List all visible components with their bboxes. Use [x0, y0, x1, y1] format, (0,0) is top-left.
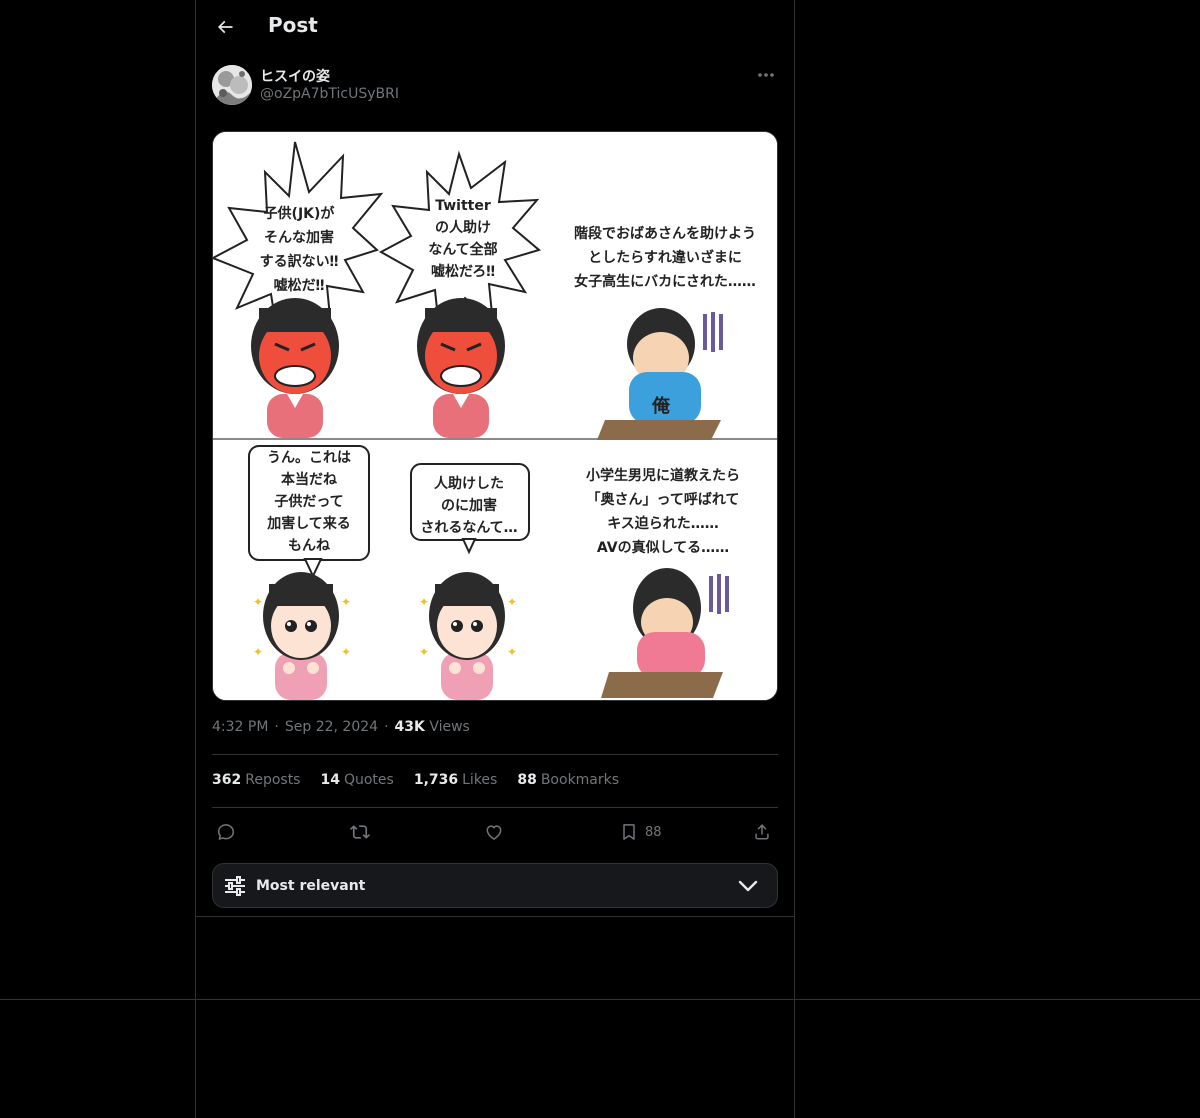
author-handle[interactable]: @oZpA7bTicUSyBRI [260, 86, 399, 102]
bookmarks-stat[interactable]: 88 Bookmarks [517, 772, 619, 788]
quotes-stat[interactable]: 14 Quotes [320, 772, 393, 788]
post-meta: 4:32 PM · Sep 22, 2024 · 43K Views [212, 719, 470, 735]
sliders-icon [225, 876, 245, 896]
bubble-line: うん。これは [267, 450, 351, 466]
caption-line: 小学生男児に道教えたら [586, 467, 740, 484]
views-count: 43K [394, 719, 425, 735]
figure-label: 俺 [651, 395, 671, 417]
caption-line: キス迫られた…… [607, 515, 719, 532]
svg-text:✦: ✦ [341, 645, 351, 659]
column-left-border [195, 0, 196, 1118]
bubble-line: もんね [288, 538, 330, 554]
bookmarks-label: Bookmarks [540, 772, 620, 788]
bubble-line: そんな加害 [264, 229, 334, 246]
svg-text:✦: ✦ [253, 645, 263, 659]
caption-line: AVの真似してる…… [597, 539, 729, 556]
divider [212, 754, 778, 755]
svg-text:✦: ✦ [253, 595, 263, 609]
bubble-line: 本当だね [281, 471, 337, 488]
bubble-line: 加害して来る [266, 515, 351, 532]
reply-sort-dropdown[interactable]: Most relevant [212, 863, 778, 908]
bookmark-button[interactable]: 88 [619, 820, 662, 844]
page-divider [0, 999, 1200, 1000]
column-right-border [794, 0, 795, 1118]
svg-text:✦: ✦ [341, 595, 351, 609]
caption-line: 「奥さん」って呼ばれて [587, 491, 740, 508]
post-image[interactable]: 子供(JK)が そんな加害 する訳ない‼ 嘘松だ‼ Twitter の人助け な… [212, 131, 778, 701]
repost-button[interactable] [350, 820, 370, 844]
bubble-line: のに加害 [441, 497, 497, 514]
bubble-line: Twitter [435, 198, 491, 214]
bubble-line: 嘘松だ‼ [274, 277, 325, 294]
views-label: Views [429, 719, 470, 735]
svg-text:✦: ✦ [507, 645, 517, 659]
bookmark-icon [623, 824, 635, 840]
arrow-left-icon [217, 20, 233, 34]
bubble-line: なんて全部 [428, 241, 497, 258]
bookmark-count: 88 [645, 824, 662, 840]
sort-label: Most relevant [256, 878, 366, 894]
bubble-line: 子供だって [274, 493, 343, 510]
share-icon [755, 824, 769, 840]
author-display-name[interactable]: ヒスイの姿 [260, 66, 330, 86]
heart-icon [486, 825, 502, 840]
caption-line: 女子高生にバカにされた…… [574, 273, 756, 290]
quotes-count: 14 [320, 772, 340, 788]
post-stats: 362 Reposts 14 Quotes 1,736 Likes 88 Bookmar… [212, 772, 619, 788]
bubble-line: 人助けした [434, 475, 504, 492]
bubble-line: 嘘松だろ‼ [431, 263, 495, 280]
svg-text:✦: ✦ [419, 645, 429, 659]
page-title: Post [268, 13, 318, 37]
divider [212, 807, 778, 808]
share-button[interactable] [752, 820, 772, 844]
bubble-line: の人助け [435, 219, 491, 236]
bubble-line: されるなんて… [420, 520, 517, 536]
likes-count: 1,736 [413, 772, 459, 788]
more-options-button[interactable] [754, 65, 778, 85]
post-header: Post [196, 0, 794, 54]
post-time[interactable]: 4:32 PM [212, 719, 268, 735]
reply-icon [217, 824, 235, 840]
svg-text:✦: ✦ [419, 595, 429, 609]
bubble-line: 子供(JK)が [264, 205, 336, 222]
caption-line: としたらすれ違いざまに [588, 249, 742, 266]
reposts-count: 362 [212, 772, 242, 788]
caption-line: 階段でおばあさんを助けよう [574, 225, 756, 242]
section-divider [196, 916, 794, 917]
more-horizontal-icon [758, 73, 774, 77]
chevron-down-icon [738, 880, 758, 892]
reply-button[interactable] [216, 820, 236, 844]
back-button[interactable] [208, 10, 242, 44]
post-author: ヒスイの姿 @oZpA7bTicUSyBRI [212, 65, 778, 107]
reposts-stat[interactable]: 362 Reposts [212, 772, 300, 788]
like-button[interactable] [484, 820, 504, 844]
post-date[interactable]: Sep 22, 2024 [285, 719, 378, 735]
quotes-label: Quotes [343, 772, 394, 788]
svg-text:✦: ✦ [507, 595, 517, 609]
likes-label: Likes [462, 772, 498, 788]
likes-stat[interactable]: 1,736 Likes [414, 772, 498, 788]
bookmarks-count: 88 [517, 772, 537, 788]
avatar[interactable] [212, 65, 252, 105]
repost-icon [350, 825, 370, 839]
action-bar: 88 [212, 818, 778, 846]
bubble-line: する訳ない‼ [260, 253, 339, 270]
reposts-label: Reposts [245, 772, 301, 788]
